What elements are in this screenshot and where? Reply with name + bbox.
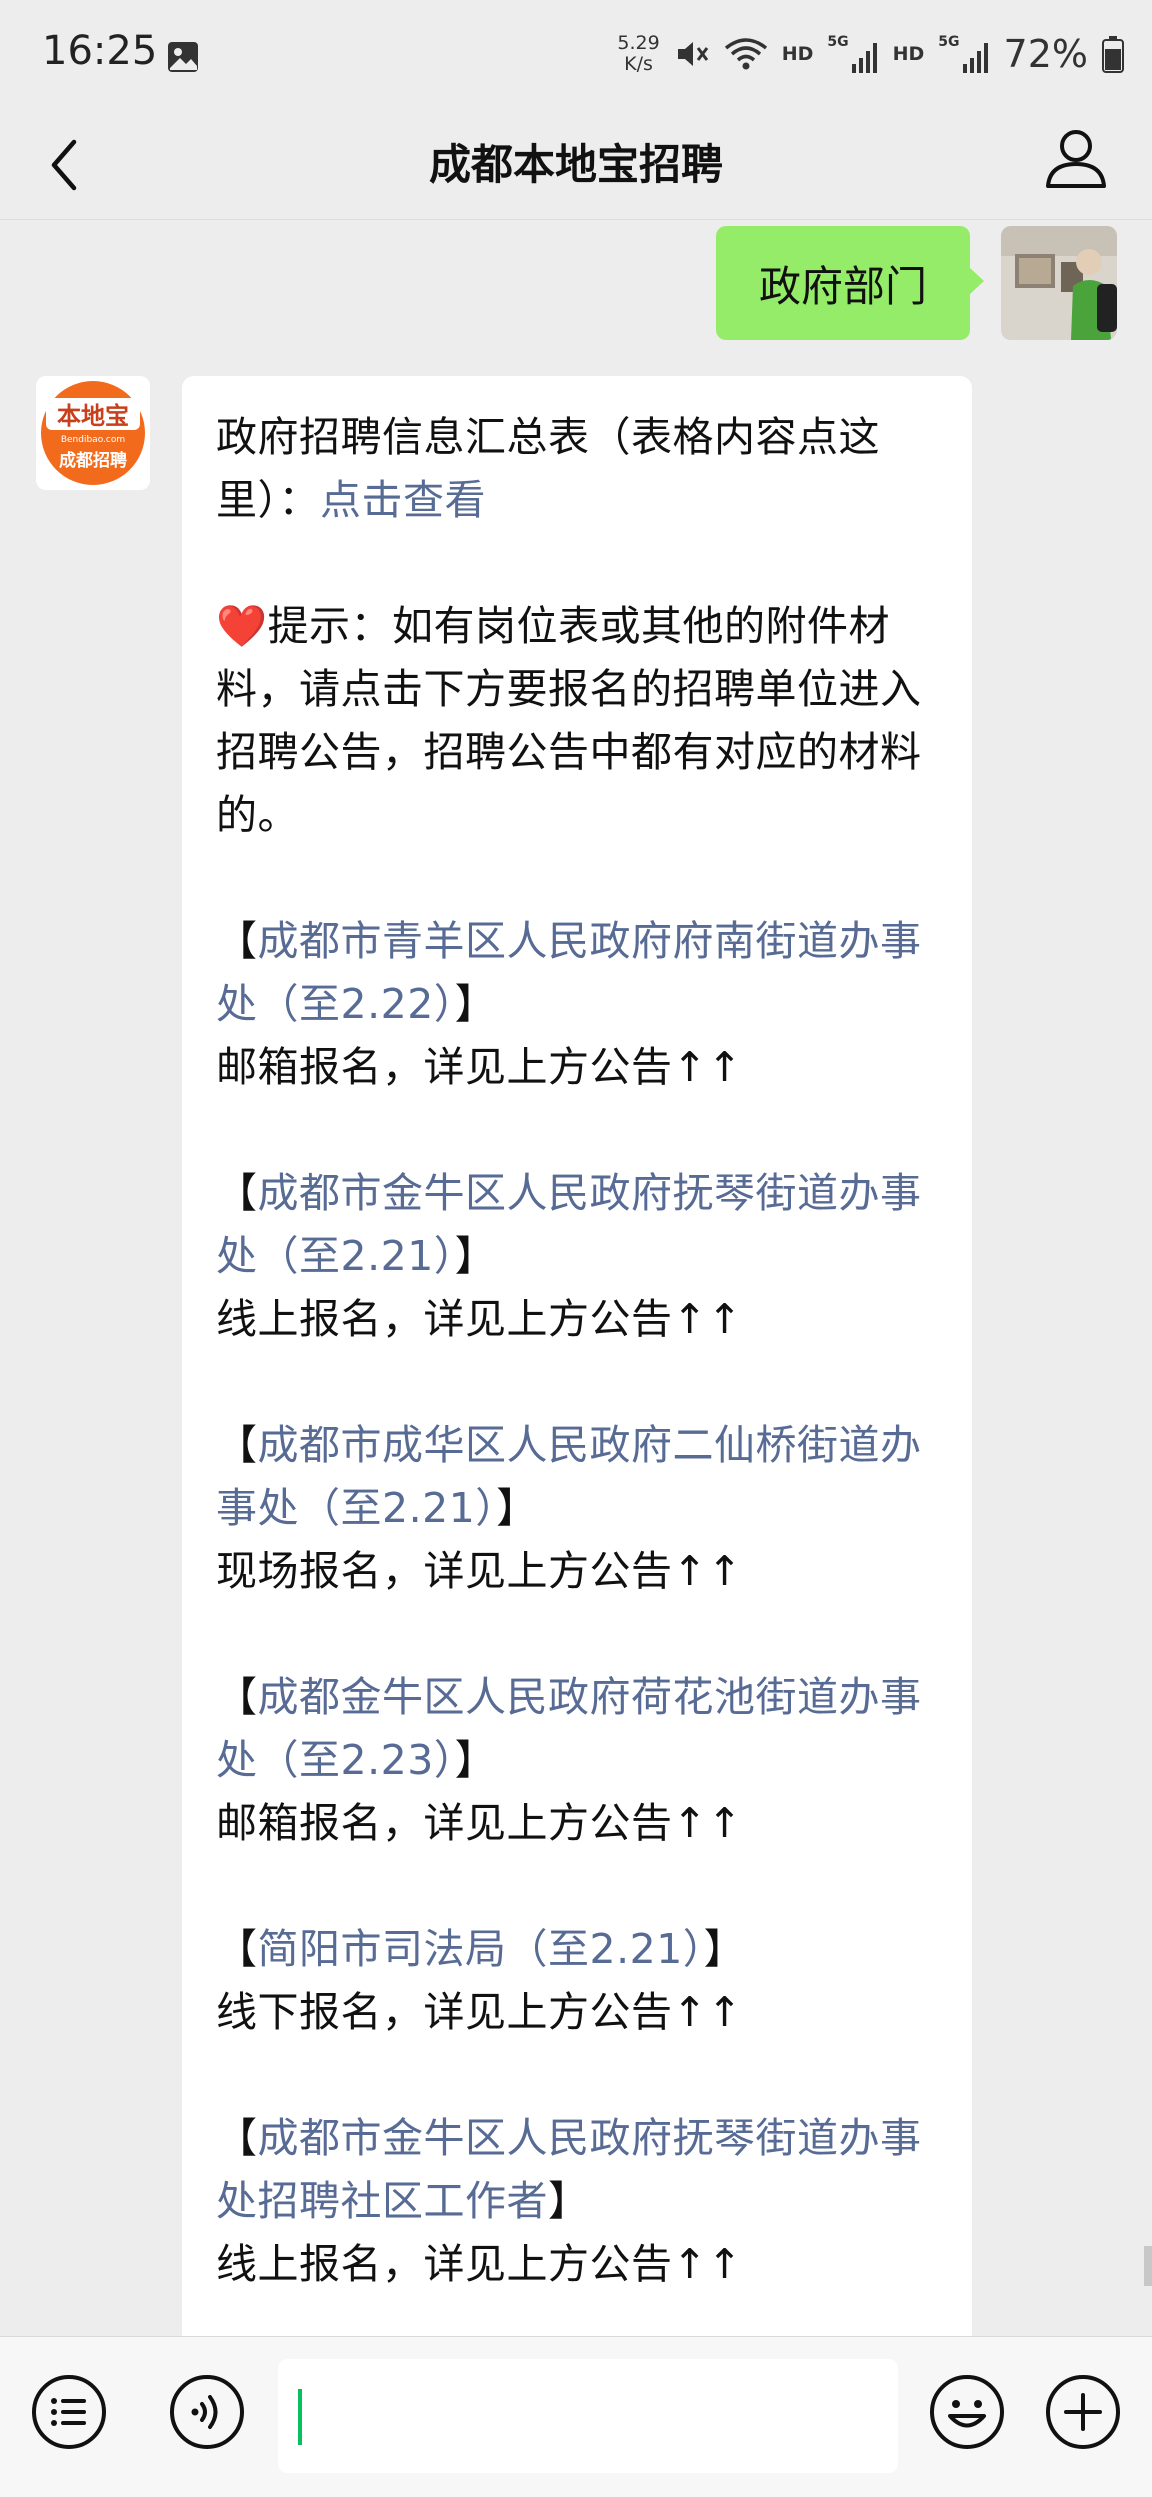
job-entry: 【成都金牛区人民政府荷花池街道办事处（至2.23）】 — [216, 1673, 922, 1784]
job-link[interactable]: 成都市成华区人民政府二仙桥街道办事处（至2.21） — [216, 1421, 922, 1532]
job-note: 邮箱报名，详见上方公告↑↑ — [216, 1043, 743, 1091]
battery-level: 72% — [1003, 32, 1088, 76]
svg-text:本地宝: 本地宝 — [57, 402, 129, 430]
user-icon[interactable] — [1040, 122, 1112, 194]
job-link[interactable]: 成都金牛区人民政府荷花池街道办事处（至2.23） — [216, 1673, 922, 1784]
tip-paragraph: ❤️提示：如有岗位表或其他的附件材料，请点击下方要报名的招聘单位进入招聘公告，招… — [216, 602, 922, 839]
job-entry: 【成都市金牛区人民政府抚琴街道办事处招聘社区工作者】 — [216, 2114, 922, 2225]
chat-title: 成都本地宝招聘 — [428, 140, 723, 189]
plus-icon[interactable] — [1044, 2373, 1122, 2451]
avatar-photo — [1001, 226, 1117, 340]
mute-icon — [677, 42, 708, 66]
signal-5g: 5G — [827, 34, 878, 74]
clock: 16:25 — [42, 28, 158, 74]
signal-icon — [962, 43, 988, 73]
divider — [0, 219, 1152, 220]
heart-icon: ❤️ — [216, 602, 268, 650]
message-body: 政府招聘信息汇总表（表格内容点这里）：点击查看 ❤️提示：如有岗位表或其他的附件… — [216, 406, 956, 2296]
message-input[interactable] — [278, 2359, 898, 2473]
job-note: 现场报名，详见上方公告↑↑ — [216, 1547, 743, 1595]
job-link[interactable]: 成都市青羊区人民政府府南街道办事处（至2.22） — [216, 917, 922, 1028]
nav-bar: 成都本地宝招聘 — [0, 110, 1152, 220]
voice-icon[interactable] — [168, 2373, 246, 2451]
job-entry: 【成都市金牛区人民政府抚琴街道办事处（至2.21）】 — [216, 1169, 922, 1280]
wifi-icon — [724, 38, 767, 70]
sent-message-bubble[interactable]: 政府部门 — [716, 226, 984, 340]
emoji-icon[interactable] — [928, 2373, 1006, 2451]
network-speed: 5.29 K/s — [617, 32, 660, 75]
intro-paragraph: 政府招聘信息汇总表（表格内容点这里）：点击查看 — [216, 413, 880, 524]
summary-link[interactable]: 点击查看 — [320, 476, 486, 524]
bot-avatar[interactable]: 本地宝 Bendibao.com 成都招聘 — [36, 376, 150, 490]
signal-5g-2: 5G — [938, 34, 989, 74]
job-link[interactable]: 成都市金牛区人民政府抚琴街道办事处（至2.21） — [216, 1169, 922, 1280]
job-entries: 【成都市青羊区人民政府府南街道办事处（至2.22）】邮箱报名，详见上方公告↑↑ 【… — [216, 847, 956, 2296]
job-note: 线下报名，详见上方公告↑↑ — [216, 1988, 743, 2036]
signal-icon — [851, 43, 877, 73]
list-menu-icon[interactable] — [30, 2373, 108, 2451]
status-icons: 5.29 K/s HD 5G HD 5G 72% — [617, 26, 1124, 82]
text-caret — [298, 2389, 302, 2445]
job-link[interactable]: 简阳市司法局（至2.21） — [258, 1925, 704, 1973]
battery-icon — [1102, 36, 1124, 73]
status-bar: 16:25 5.29 K/s HD 5G HD 5G 72% — [0, 0, 1152, 110]
job-entry: 【简阳市司法局（至2.21）】 — [216, 1925, 746, 1973]
my-avatar[interactable] — [1001, 226, 1117, 340]
received-message-bubble: 政府招聘信息汇总表（表格内容点这里）：点击查看 ❤️提示：如有岗位表或其他的附件… — [182, 376, 972, 2346]
bendibao-logo: 本地宝 Bendibao.com 成都招聘 — [36, 376, 150, 490]
job-note: 邮箱报名，详见上方公告↑↑ — [216, 1799, 743, 1847]
job-entry: 【成都市成华区人民政府二仙桥街道办事处（至2.21）】 — [216, 1421, 922, 1532]
input-bar — [0, 2336, 1152, 2497]
hd-indicator: HD — [781, 43, 814, 65]
svg-text:成都招聘: 成都招聘 — [59, 450, 127, 471]
job-note: 线上报名，详见上方公告↑↑ — [216, 1295, 743, 1343]
job-note: 线上报名，详见上方公告↑↑ — [216, 2240, 743, 2288]
svg-text:Bendibao.com: Bendibao.com — [61, 435, 125, 445]
gallery-notification-icon — [168, 42, 198, 72]
hd-indicator-2: HD — [892, 43, 925, 65]
scrollbar[interactable] — [1144, 2246, 1152, 2286]
job-entry: 【成都市青羊区人民政府府南街道办事处（至2.22）】 — [216, 917, 922, 1028]
